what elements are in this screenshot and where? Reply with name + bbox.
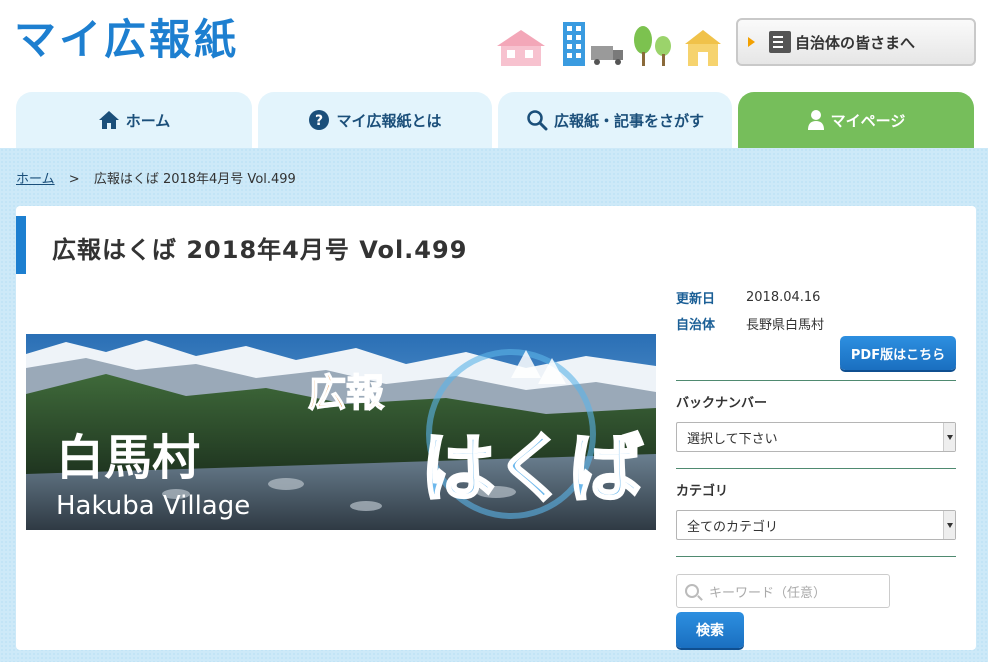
breadcrumb-current: 広報はくば 2018年4月号 Vol.499: [93, 172, 296, 187]
question-icon: ?: [308, 109, 330, 131]
cover-title-big: はくば: [421, 426, 643, 512]
triangle-right-icon: [748, 37, 755, 47]
breadcrumb: ホーム > 広報はくば 2018年4月号 Vol.499: [16, 168, 296, 187]
page-title: 広報はくば 2018年4月号 Vol.499: [52, 236, 468, 264]
category-select[interactable]: 全てのカテゴリ: [676, 510, 956, 540]
site-logo[interactable]: マイ広報紙: [14, 6, 239, 67]
search-icon: [685, 584, 699, 598]
cover-image[interactable]: 広報 はくば 白馬村 Hakuba Village: [26, 334, 656, 530]
backnumber-select[interactable]: 選択して下さい: [676, 422, 956, 452]
user-icon: [807, 109, 825, 131]
main-area: ホーム > 広報はくば 2018年4月号 Vol.499 広報はくば 2018年…: [0, 148, 988, 662]
breadcrumb-home-link[interactable]: ホーム: [16, 172, 55, 187]
divider: [676, 556, 956, 557]
meta-updated: 更新日 2018.04.16: [676, 289, 821, 307]
tab-about[interactable]: ? マイ広報紙とは: [258, 92, 492, 148]
site-header: マイ広報紙 自治体の皆さまへ ホーム ? マイ広報紙とは 広報紙・記事をさがす …: [0, 0, 988, 148]
pdf-button[interactable]: PDF版はこちら: [840, 336, 956, 370]
breadcrumb-separator: >: [68, 172, 80, 187]
home-icon: [98, 110, 120, 130]
cover-village-jp: 白馬村: [56, 430, 200, 486]
title-accent-bar: [16, 216, 26, 274]
cover-title-small: 広報: [308, 371, 384, 415]
tab-home[interactable]: ホーム: [16, 92, 252, 148]
for-municipalities-button[interactable]: 自治体の皆さまへ: [736, 18, 976, 66]
tab-mypage[interactable]: マイページ: [738, 92, 974, 148]
search-button[interactable]: 検索: [676, 612, 744, 648]
cover-village-en: Hakuba Village: [56, 491, 250, 521]
backnumber-label: バックナンバー: [676, 396, 768, 411]
keyword-input[interactable]: キーワード（任意）: [676, 574, 890, 608]
town-illustration: [497, 22, 721, 66]
svg-text:?: ?: [315, 113, 323, 129]
search-icon: [526, 109, 548, 131]
tab-search[interactable]: 広報紙・記事をさがす: [498, 92, 732, 148]
meta-municipality: 自治体 長野県白馬村: [676, 317, 825, 333]
content-card: 広報はくば 2018年4月号 Vol.499 広報 はくば 白馬村 Hakuba…: [16, 206, 976, 650]
document-edit-icon: [769, 31, 791, 53]
divider: [676, 468, 956, 469]
chevron-down-icon: [943, 511, 955, 539]
chevron-down-icon: [943, 423, 955, 451]
issue-side-panel: 更新日 2018.04.16 自治体 長野県白馬村 PDF版はこちら バックナン…: [676, 284, 956, 648]
divider: [676, 380, 956, 381]
category-label: カテゴリ: [676, 484, 729, 499]
